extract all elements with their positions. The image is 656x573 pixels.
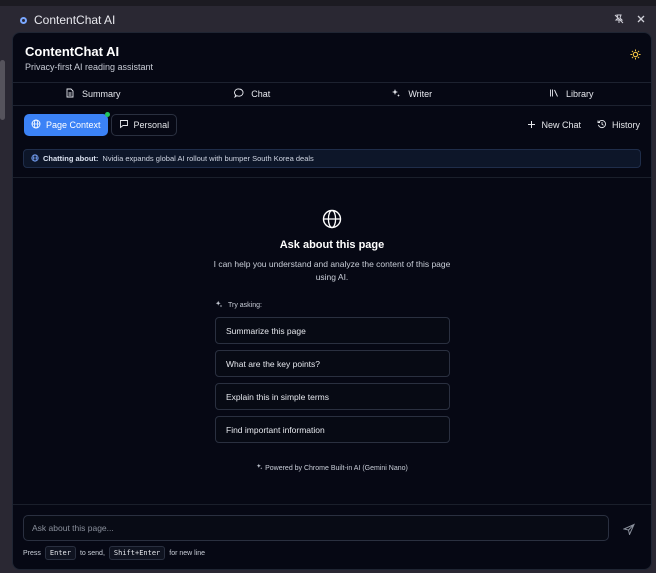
sparkles-icon [391,88,401,100]
hint-text: Press [23,549,41,557]
window-titlebar: ContentChat AI [12,8,656,32]
keyboard-hint: Press Enter to send, Shift+Enter for new… [23,546,205,560]
main-tabs: Summary Chat Writer Library [13,82,651,106]
tab-summary[interactable]: Summary [13,83,173,105]
panel-header: ContentChat AI Privacy-first AI reading … [13,33,651,81]
suggestion-button[interactable]: Summarize this page [215,317,450,344]
app-subtitle: Privacy-first AI reading assistant [25,62,154,72]
page-title: Nvidia expands global AI rollout with bu… [102,154,314,163]
app-title: ContentChat AI [25,44,120,59]
new-chat-label: New Chat [541,120,581,130]
message-square-icon [119,119,129,131]
divider [13,177,651,178]
plus-icon [527,120,536,131]
new-chat-button[interactable]: New Chat [527,119,581,131]
chat-input[interactable] [23,515,609,541]
globe-icon [13,209,651,229]
sparkles-icon [256,463,263,472]
hint-text: to send, [79,549,105,557]
powered-by-text: Powered by Chrome Built-in AI (Gemini Na… [265,465,408,472]
empty-state-title: Ask about this page [279,239,385,251]
sparkles-icon [215,300,223,310]
history-button[interactable]: History [597,119,640,131]
chat-bubble-icon [234,88,244,100]
history-label: History [611,120,640,130]
globe-icon [31,153,39,164]
tab-label: Summary [81,89,121,99]
suggestion-button[interactable]: What are the key points? [215,350,450,377]
history-icon [597,119,607,131]
tab-label: Writer [408,89,433,99]
try-asking-text: Try asking: [228,301,262,309]
window-scrollbar[interactable] [0,60,5,120]
empty-state: Ask about this page I can help you under… [13,209,651,284]
sidepanel: ContentChat AI Privacy-first AI reading … [12,32,652,570]
tab-label: Library [565,89,594,99]
pin-icon[interactable] [614,13,624,27]
chat-toolbar: Page Context Personal New Chat History [13,112,651,138]
enter-key: Enter [44,546,76,560]
empty-state-description: I can help you understand and analyze th… [213,259,451,282]
send-icon[interactable] [622,522,635,537]
suggestion-button[interactable]: Find important information [215,416,450,443]
document-icon [65,88,75,100]
divider [13,504,651,505]
chatting-about-banner: Chatting about: Nvidia expands global AI… [23,149,641,168]
tab-label: Chat [251,89,271,99]
window-title: ContentChat AI [34,13,116,27]
library-icon [549,88,559,100]
page-context-label: Page Context [46,120,101,130]
sun-icon[interactable] [630,49,641,63]
shift-enter-key: Shift+Enter [108,546,166,560]
tab-writer[interactable]: Writer [332,83,492,105]
powered-by-note: Powered by Chrome Built-in AI (Gemini Na… [13,463,651,472]
try-asking-label: Try asking: [215,300,262,310]
active-status-dot [104,112,110,117]
chatting-about-label: Chatting about: [43,154,99,163]
page-context-button[interactable]: Page Context [24,112,110,136]
close-icon[interactable] [636,13,646,27]
hint-text: for new line [169,549,206,557]
top-strip [0,0,656,6]
app-icon [20,16,27,24]
tab-chat[interactable]: Chat [173,83,333,105]
tab-library[interactable]: Library [492,83,652,105]
suggestion-button[interactable]: Explain this in simple terms [215,383,450,410]
personal-label: Personal [133,120,170,130]
personal-button[interactable]: Personal [110,114,178,136]
globe-icon [31,119,41,131]
